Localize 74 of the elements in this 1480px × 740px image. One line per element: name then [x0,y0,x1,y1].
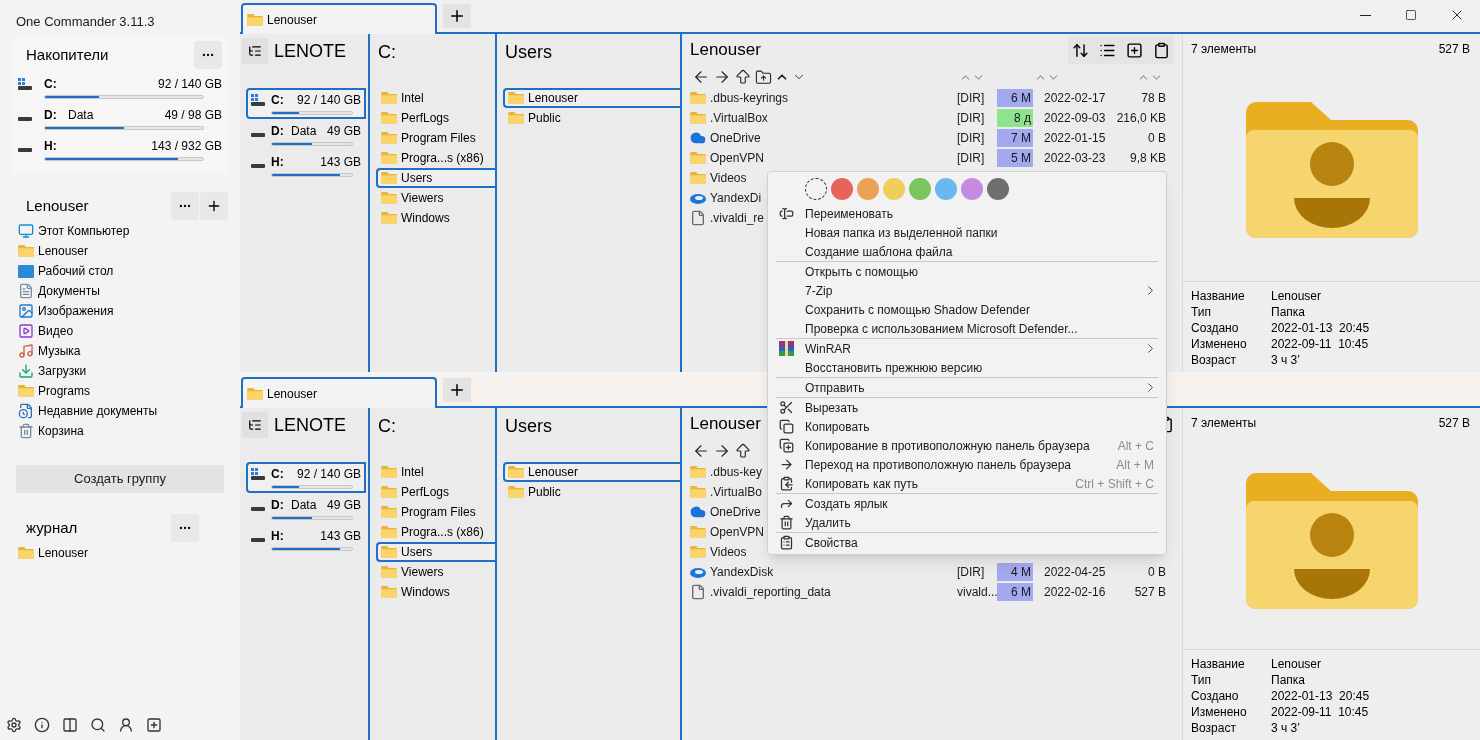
age-cell: 6 M [997,89,1033,107]
file-date: 2022-09-03 [1044,110,1107,127]
file-name: Videos [710,170,747,187]
file-size: 527 B [1133,584,1166,601]
property-label: Возраст [1191,352,1237,369]
property-value: 2022-01-13 20:45 [1271,320,1370,337]
file-size: 527 B [1438,41,1470,58]
file-name: .VirtualBox [710,110,768,127]
file-name: OneDrive [710,130,761,147]
file-name: OpenVPN [710,150,765,167]
file-type: [DIR] [957,130,986,147]
file-type: vivald... [957,584,997,601]
file-name: .vivaldi_re [710,210,765,227]
property-value: Lenouser [1271,288,1322,305]
property-value: Lenouser [1271,656,1322,673]
column-title: C: [378,416,396,436]
column-title: LENOTE [274,414,347,437]
property-value: Папка [1271,304,1305,321]
file-date: 2022-02-16 [1044,584,1107,601]
file-name: .dbus-keyrings [710,90,789,107]
column-title: Users [505,416,552,436]
property-value: Папка [1271,672,1305,689]
column-title: C: [378,42,396,62]
file-size: 0 B [1147,564,1166,581]
age-cell: 6 M [997,583,1033,601]
property-value: 2022-09-11 10:45 [1271,336,1369,353]
file-type: [DIR] [957,110,986,127]
property-value: 3 ч 3’ [1271,352,1300,369]
property-value: 2022-01-13 20:45 [1271,688,1370,705]
file-name: .VirtualBo [710,484,762,501]
property-label: Тип [1191,672,1212,689]
age-cell: 8 д [997,109,1033,127]
file-size: 216,0 KB [1115,110,1166,127]
column-title: Users [505,42,552,62]
file-type: [DIR] [957,150,986,167]
file-type: [DIR] [957,90,986,107]
file-size: 9,8 KB [1128,150,1166,167]
list-title: Lenouser [690,39,761,62]
file-name: OpenVPN [710,524,765,541]
age-cell: 5 M [997,149,1033,167]
property-value: 2022-09-11 10:45 [1271,704,1369,721]
file-name: OneDrive [710,504,761,521]
file-name: YandexDisk [710,564,774,581]
property-label: Название [1191,656,1246,673]
item-count: 7 элементы [1191,41,1257,58]
app-title: One Commander 3.11.3 [16,14,155,29]
property-label: Создано [1191,320,1240,337]
property-label: Изменено [1191,336,1248,353]
journal-title: журнал [25,517,78,538]
group-title: Lenouser [25,195,89,216]
file-name: Videos [710,544,747,561]
file-size: 527 B [1438,415,1470,432]
file-date: 2022-01-15 [1044,130,1107,147]
item-count: 7 элементы [1191,415,1257,432]
property-label: Возраст [1191,720,1237,737]
file-size: 0 B [1147,130,1166,147]
file-date: 2022-03-23 [1044,150,1107,167]
property-label: Название [1191,288,1246,305]
age-cell: 4 M [997,563,1033,581]
file-date: 2022-04-25 [1044,564,1107,581]
file-type: [DIR] [957,564,986,581]
file-name: .dbus-key [710,464,763,481]
section-title: Накопители [25,44,109,65]
file-name: .vivaldi_reporting_data [710,584,831,601]
property-label: Изменено [1191,704,1248,721]
age-cell: 7 M [997,129,1033,147]
file-size: 78 B [1140,90,1166,107]
file-name: YandexDi [710,190,762,207]
list-title: Lenouser [690,413,761,436]
property-label: Создано [1191,688,1240,705]
file-date: 2022-02-17 [1044,90,1107,107]
property-label: Тип [1191,304,1212,321]
property-value: 3 ч 3’ [1271,720,1300,737]
column-title: LENOTE [274,40,347,63]
